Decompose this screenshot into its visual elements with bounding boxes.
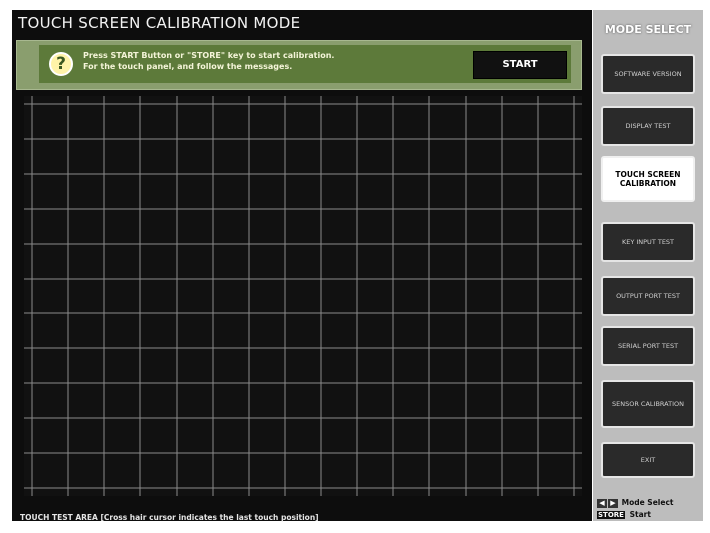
exit-button[interactable]: EXIT <box>601 442 695 478</box>
start-button[interactable]: START <box>473 51 567 79</box>
store-start-hint-label: Start <box>629 510 651 519</box>
question-icon: ? <box>49 52 73 76</box>
instruction-line-2: For the touch panel, and follow the mess… <box>83 62 293 71</box>
instruction-message: Press START Button or "STORE" key to sta… <box>83 50 383 72</box>
mode-touch-calibration-button[interactable]: TOUCH SCREEN CALIBRATION <box>601 156 695 202</box>
instruction-banner-inner: ? Press START Button or "STORE" key to s… <box>39 45 571 83</box>
mode-select-hint-label: Mode Select <box>621 498 674 507</box>
store-key-icon: STORE <box>597 511 625 519</box>
touch-area-caption: TOUCH TEST AREA [Cross hair cursor indic… <box>20 513 319 522</box>
instruction-line-1: Press START Button or "STORE" key to sta… <box>83 51 335 60</box>
mode-sensor-calibration-button[interactable]: SENSOR CALIBRATION <box>601 380 695 428</box>
mode-serial-port-test-button[interactable]: SERIAL PORT TEST <box>601 326 695 366</box>
touch-grid <box>24 96 582 496</box>
mode-select-heading: MODE SELECT <box>604 23 692 36</box>
right-arrow-key-icon: ▶ <box>608 499 618 508</box>
touch-test-area[interactable] <box>24 96 582 496</box>
sidebar-key-legend: ◀ ▶ Mode Select STORE Start <box>597 498 701 520</box>
left-arrow-key-icon: ◀ <box>597 499 607 508</box>
mode-select-sidebar: MODE SELECT SOFTWARE VERSION DISPLAY TES… <box>593 10 703 521</box>
mode-output-port-test-button[interactable]: OUTPUT PORT TEST <box>601 276 695 316</box>
mode-select-hint: ◀ ▶ Mode Select <box>597 498 701 508</box>
instruction-banner: ? Press START Button or "STORE" key to s… <box>16 40 582 90</box>
page-title: TOUCH SCREEN CALIBRATION MODE <box>18 14 301 32</box>
store-start-hint: STORE Start <box>597 510 701 519</box>
mode-display-test-button[interactable]: DISPLAY TEST <box>601 106 695 146</box>
mode-key-input-test-button[interactable]: KEY INPUT TEST <box>601 222 695 262</box>
mode-software-version-button[interactable]: SOFTWARE VERSION <box>601 54 695 94</box>
